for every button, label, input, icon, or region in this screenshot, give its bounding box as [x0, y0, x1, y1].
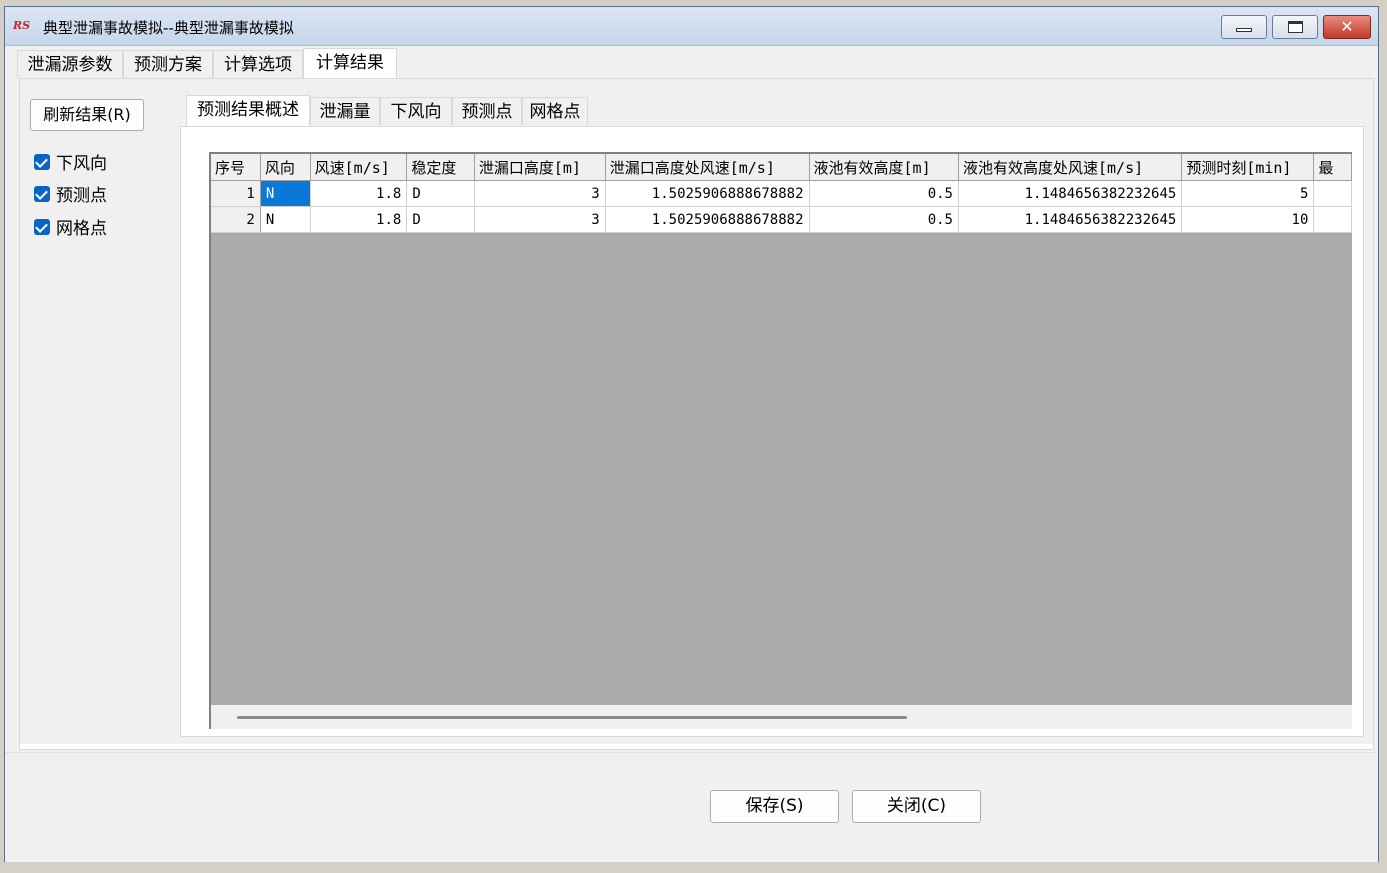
- maximize-button[interactable]: [1272, 15, 1318, 39]
- main-window: RS 典型泄漏事故模拟--典型泄漏事故模拟 ✕ 泄漏源参数 预测方案 计算选项 …: [4, 6, 1379, 862]
- tab-leak-source-params[interactable]: 泄漏源参数: [17, 50, 123, 78]
- column-header[interactable]: 液池有效高度处风速[m/s]: [958, 154, 1183, 181]
- table-cell[interactable]: D: [406, 206, 475, 233]
- table-cell[interactable]: D: [406, 180, 475, 207]
- checkbox-checked-icon: [34, 154, 50, 170]
- row-number[interactable]: 1: [211, 180, 261, 207]
- title-bar[interactable]: RS 典型泄漏事故模拟--典型泄漏事故模拟 ✕: [5, 7, 1378, 46]
- save-button[interactable]: 保存(S): [710, 790, 839, 823]
- checkbox-checked-icon: [34, 186, 50, 202]
- checkbox-grid-points[interactable]: 网格点: [34, 217, 107, 241]
- table-cell[interactable]: 0.5: [809, 206, 960, 233]
- minimize-icon: [1236, 28, 1252, 32]
- left-panel: 刷新结果(R) 下风向 预测点 网格点: [20, 79, 174, 744]
- column-header[interactable]: 风速[m/s]: [310, 154, 408, 181]
- tab-result-overview[interactable]: 预测结果概述: [186, 95, 310, 126]
- results-table: 序号 风向 风速[m/s] 稳定度 泄漏口高度[m] 泄漏口高度处风速[m/s]…: [211, 154, 1352, 233]
- table-cell[interactable]: 3: [474, 180, 606, 207]
- checkbox-prediction-points[interactable]: 预测点: [34, 184, 107, 208]
- close-icon: ✕: [1340, 17, 1354, 36]
- results-area: 预测结果概述 泄漏量 下风向 预测点 网格点 序号 风向 风速[m/s] 稳定度: [174, 79, 1373, 744]
- table-cell[interactable]: 5: [1181, 180, 1315, 207]
- table-cell[interactable]: 3: [474, 206, 606, 233]
- column-header[interactable]: 预测时刻[min]: [1181, 154, 1315, 181]
- results-page: 刷新结果(R) 下风向 预测点 网格点 预测结果概述 泄漏量 下风向 预测点 网…: [19, 78, 1374, 750]
- table-cell[interactable]: N: [260, 206, 311, 233]
- app-logo-icon: RS: [13, 19, 31, 32]
- table-cell[interactable]: 0.5: [809, 180, 960, 207]
- tab-downwind[interactable]: 下风向: [380, 97, 452, 125]
- checkbox-checked-icon: [34, 219, 50, 235]
- checkbox-label: 预测点: [56, 186, 107, 206]
- tab-grid-points[interactable]: 网格点: [522, 97, 588, 125]
- table-cell[interactable]: 1.1484656382232645: [958, 206, 1183, 233]
- overview-page: 序号 风向 风速[m/s] 稳定度 泄漏口高度[m] 泄漏口高度处风速[m/s]…: [180, 126, 1364, 737]
- tab-prediction-points[interactable]: 预测点: [452, 97, 522, 125]
- table-cell[interactable]: 1.5025906888678882: [605, 206, 810, 233]
- window-title: 典型泄漏事故模拟--典型泄漏事故模拟: [43, 19, 294, 37]
- dialog-footer: 保存(S) 关闭(C): [5, 752, 1378, 862]
- table-cell[interactable]: 1.5025906888678882: [605, 180, 810, 207]
- table-cell[interactable]: 10: [1181, 206, 1315, 233]
- column-header[interactable]: 序号: [211, 154, 261, 181]
- table-header-row: 序号 风向 风速[m/s] 稳定度 泄漏口高度[m] 泄漏口高度处风速[m/s]…: [211, 154, 1352, 181]
- column-header[interactable]: 稳定度: [406, 154, 475, 181]
- checkbox-label: 网格点: [56, 219, 107, 239]
- horizontal-scrollbar[interactable]: [211, 705, 1352, 729]
- tab-calc-options[interactable]: 计算选项: [213, 50, 303, 78]
- refresh-results-button[interactable]: 刷新结果(R): [30, 99, 144, 131]
- table-cell[interactable]: 1.8: [310, 180, 408, 207]
- checkbox-label: 下风向: [56, 154, 107, 174]
- scrollbar-thumb[interactable]: [237, 716, 907, 719]
- table-row[interactable]: 1 N 1.8 D 3 1.5025906888678882 0.5 1.148…: [211, 180, 1352, 207]
- column-header[interactable]: 液池有效高度[m]: [809, 154, 960, 181]
- column-header[interactable]: 最: [1313, 154, 1352, 181]
- table-cell[interactable]: [1313, 206, 1352, 233]
- table-cell[interactable]: 1.8: [310, 206, 408, 233]
- column-header[interactable]: 泄漏口高度[m]: [474, 154, 606, 181]
- table-cell[interactable]: N: [260, 180, 311, 207]
- minimize-button[interactable]: [1221, 15, 1267, 39]
- close-window-button[interactable]: ✕: [1323, 15, 1371, 39]
- checkbox-downwind[interactable]: 下风向: [34, 152, 107, 176]
- close-button[interactable]: 关闭(C): [852, 790, 981, 823]
- tab-calc-results[interactable]: 计算结果: [303, 48, 397, 79]
- tab-leak-amount[interactable]: 泄漏量: [310, 97, 380, 125]
- results-grid[interactable]: 序号 风向 风速[m/s] 稳定度 泄漏口高度[m] 泄漏口高度处风速[m/s]…: [209, 152, 1352, 729]
- column-header[interactable]: 风向: [260, 154, 311, 181]
- table-cell[interactable]: [1313, 180, 1352, 207]
- table-row[interactable]: 2 N 1.8 D 3 1.5025906888678882 0.5 1.148…: [211, 206, 1352, 233]
- tab-prediction-scheme[interactable]: 预测方案: [123, 50, 213, 78]
- maximize-icon: [1288, 21, 1303, 33]
- table-cell[interactable]: 1.1484656382232645: [958, 180, 1183, 207]
- row-number[interactable]: 2: [211, 206, 261, 233]
- column-header[interactable]: 泄漏口高度处风速[m/s]: [605, 154, 810, 181]
